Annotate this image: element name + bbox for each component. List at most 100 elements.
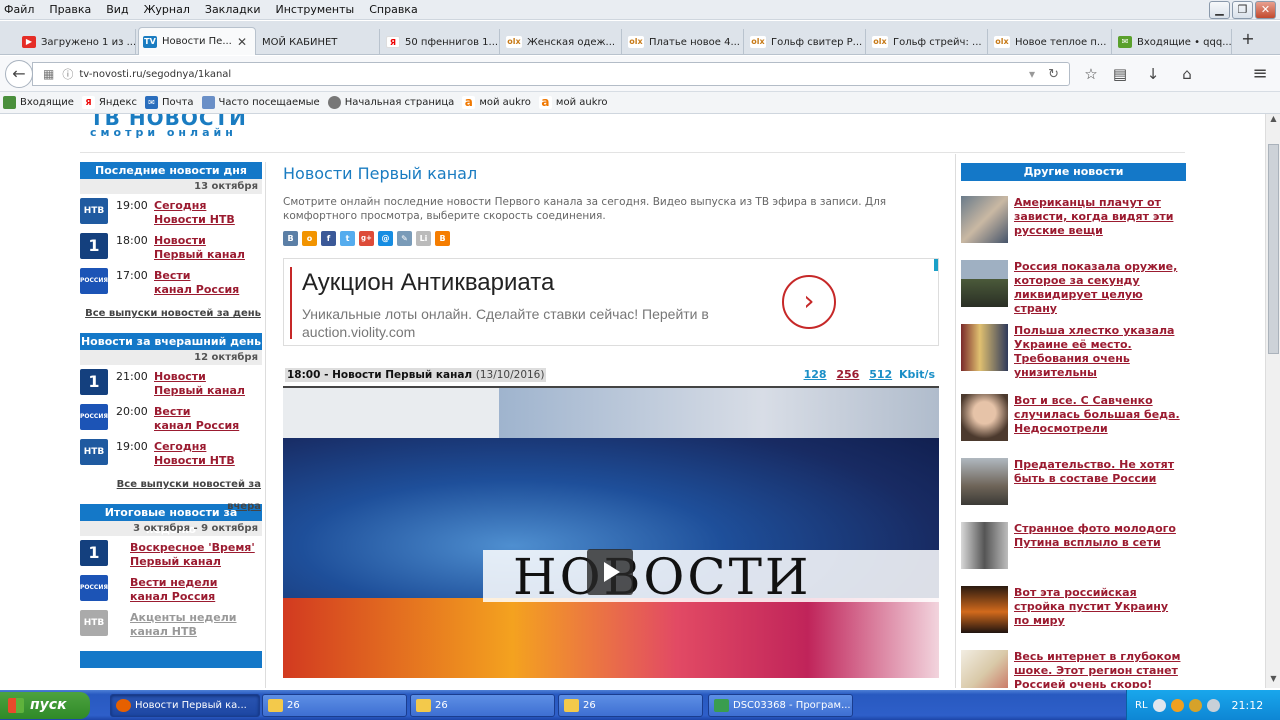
related-news-item[interactable]: Польша хлестко указала Украине её место.… — [961, 324, 1186, 384]
news-link[interactable]: Предательство. Не хотят быть в составе Р… — [1014, 458, 1186, 486]
news-row[interactable]: 1 Воскресное 'Время' Первый канал — [80, 537, 265, 571]
facebook-icon[interactable]: f — [321, 231, 336, 246]
menu-tools[interactable]: Инструменты — [276, 3, 355, 16]
news-link[interactable]: Вести канал Россия — [154, 269, 239, 297]
news-row[interactable]: НТВ 19:00 Сегодня Новости НТВ — [80, 436, 265, 470]
liveinternet-icon[interactable]: Li — [416, 231, 431, 246]
back-button[interactable]: ← — [5, 60, 33, 88]
news-row[interactable]: НТВ 19:00 Сегодня Новости НТВ — [80, 195, 265, 229]
related-news-item[interactable]: Вот эта российская стройка пустит Украин… — [961, 586, 1186, 646]
tab-novosti[interactable]: TV Новости Пе... ✕ — [138, 27, 256, 55]
ad-banner[interactable]: Аукцион Антиквариата Уникальные лоты онл… — [283, 258, 939, 346]
news-link[interactable]: Воскресное 'Время' Первый канал — [130, 541, 255, 569]
scrollbar-thumb[interactable] — [1268, 144, 1279, 354]
ad-link[interactable]: Перейти в — [642, 306, 709, 322]
news-link[interactable]: Польша хлестко указала Украине её место.… — [1014, 324, 1186, 380]
taskbar-item-folder[interactable]: 26 — [558, 694, 703, 717]
news-link[interactable]: Вести недели канал Россия — [130, 576, 217, 604]
scroll-up-icon[interactable]: ▲ — [1266, 114, 1280, 128]
bookmark-yandex[interactable]: Я Яндекс — [81, 96, 137, 109]
tab-inbox[interactable]: ✉ Входящие • qqq... — [1114, 29, 1232, 55]
minimize-button[interactable]: ▁ — [1209, 1, 1230, 19]
url-bar[interactable]: ▦ ⓘ tv-novosti.ru/segodnya/1kanal ▾ ↻ — [32, 62, 1070, 86]
maximize-button[interactable]: ❐ — [1232, 1, 1253, 19]
menu-file[interactable]: Файл — [4, 3, 34, 16]
url-text[interactable]: tv-novosti.ru/segodnya/1kanal — [79, 69, 231, 80]
vk-icon[interactable]: В — [283, 231, 298, 246]
taskbar-item-firefox[interactable]: Новости Первый ка... — [110, 694, 260, 717]
bookmark-most-visited[interactable]: Часто посещаемые — [201, 96, 320, 109]
bookmark-inbox[interactable]: Входящие — [3, 96, 74, 109]
menu-bookmarks[interactable]: Закладки — [205, 3, 261, 16]
security-icon[interactable] — [1188, 698, 1202, 712]
news-row[interactable]: РОССИЯ 1 17:00 Вести канал Россия — [80, 265, 265, 310]
tab-olx-3[interactable]: olx Гольф свитер Р... — [746, 29, 866, 55]
play-icon[interactable] — [587, 549, 633, 595]
tab-olx-2[interactable]: olx Платье новое 4... — [624, 29, 744, 55]
news-row[interactable]: РОССИЯ 1 20:00 Вестиканал Россия — [80, 401, 265, 446]
news-thumbnail[interactable] — [961, 458, 1008, 505]
tab-olx-1[interactable]: olx Женская одеж... — [502, 29, 622, 55]
update-icon[interactable] — [1170, 698, 1184, 712]
scroll-down-icon[interactable]: ▼ — [1266, 674, 1280, 688]
news-thumbnail[interactable] — [961, 196, 1008, 243]
news-link[interactable]: Весь интернет в глубоком шоке. Этот реги… — [1014, 650, 1186, 688]
related-news-item[interactable]: Предательство. Не хотят быть в составе Р… — [961, 458, 1186, 518]
news-link[interactable]: Сегодня Новости НТВ — [154, 199, 235, 227]
dropdown-icon[interactable]: ▾ — [1029, 67, 1035, 81]
tab-olx-4[interactable]: olx Гольф стрейч: ... — [868, 29, 988, 55]
library-icon[interactable]: ▤ — [1111, 65, 1129, 83]
related-news-item[interactable]: Вот и все. С Савченко случилась большая … — [961, 394, 1186, 454]
bookmark-mail[interactable]: ✉ Почта — [145, 96, 194, 109]
bookmark-start-page[interactable]: Начальная страница — [327, 96, 454, 109]
back-tray-icon[interactable] — [1152, 698, 1166, 712]
menu-view[interactable]: Вид — [106, 3, 128, 16]
news-thumbnail[interactable] — [961, 522, 1008, 569]
menu-icon[interactable]: ≡ — [1251, 65, 1269, 83]
home-icon[interactable]: ⌂ — [1178, 65, 1196, 83]
menu-help[interactable]: Справка — [369, 3, 417, 16]
news-link[interactable]: Американцы плачут от зависти, когда видя… — [1014, 196, 1186, 238]
moimir-icon[interactable]: @ — [378, 231, 393, 246]
news-link[interactable]: Вести канал Россия — [154, 405, 239, 433]
taskbar-item-folder[interactable]: 26 — [410, 694, 555, 717]
taskbar-item-folder[interactable]: 26 — [262, 694, 407, 717]
bookmark-aukro-1[interactable]: a мой aukro — [462, 96, 531, 109]
twitter-icon[interactable]: t — [340, 231, 355, 246]
download-icon[interactable]: ↓ — [1144, 65, 1162, 83]
odnoklassniki-icon[interactable]: о — [302, 231, 317, 246]
tab-olx-5[interactable]: olx Новое теплое п... — [990, 29, 1112, 55]
vertical-scrollbar[interactable]: ▲ ▼ — [1265, 114, 1280, 688]
related-news-item[interactable]: Весь интернет в глубоком шоке. Этот реги… — [961, 650, 1186, 688]
news-row[interactable]: 1 18:00 Новости Первый канал — [80, 230, 265, 264]
news-thumbnail[interactable] — [961, 260, 1008, 307]
network-icon[interactable] — [1206, 698, 1220, 712]
news-link[interactable]: Россия показала оружие, которое за секун… — [1014, 260, 1186, 316]
menu-edit[interactable]: Правка — [49, 3, 91, 16]
news-row[interactable]: 1 21:00 Новости Первый канал — [80, 366, 265, 400]
news-link[interactable]: Новости Первый канал — [154, 234, 245, 262]
all-news-link[interactable]: Все выпуски новостей за день — [80, 303, 265, 325]
tab-my-cabinet[interactable]: МОЙ КАБИНЕТ — [258, 29, 380, 55]
speed-256-link[interactable]: 256 — [836, 368, 859, 381]
menu-history[interactable]: Журнал — [144, 3, 190, 16]
chevron-right-icon[interactable]: › — [782, 275, 836, 329]
blogger-icon[interactable]: B — [435, 231, 450, 246]
video-player[interactable]: НОВОСТИ — [283, 388, 939, 678]
ad-choices-icon[interactable] — [934, 259, 938, 271]
news-thumbnail[interactable] — [961, 586, 1008, 633]
all-news-link[interactable]: Все выпуски новостей за вчера — [80, 474, 265, 512]
news-link[interactable]: Странное фото молодого Путина всплыло в … — [1014, 522, 1186, 550]
close-window-button[interactable]: ✕ — [1255, 1, 1276, 19]
bookmark-star-icon[interactable]: ☆ — [1082, 65, 1100, 83]
news-link[interactable]: Вот и все. С Савченко случилась большая … — [1014, 394, 1186, 436]
start-button[interactable]: пуск — [0, 692, 90, 719]
close-tab-icon[interactable]: ✕ — [237, 35, 247, 49]
tab-yandex[interactable]: Я 50 пфеннигов 1... — [382, 29, 500, 55]
news-thumbnail[interactable] — [961, 324, 1008, 371]
news-row[interactable]: НТВ Акценты недели канал НТВ — [80, 607, 265, 641]
news-link[interactable]: Сегодня Новости НТВ — [154, 440, 235, 468]
new-tab-button[interactable]: + — [1236, 29, 1260, 51]
related-news-item[interactable]: Странное фото молодого Путина всплыло в … — [961, 522, 1186, 582]
ad-title[interactable]: Аукцион Антиквариата — [302, 269, 554, 297]
